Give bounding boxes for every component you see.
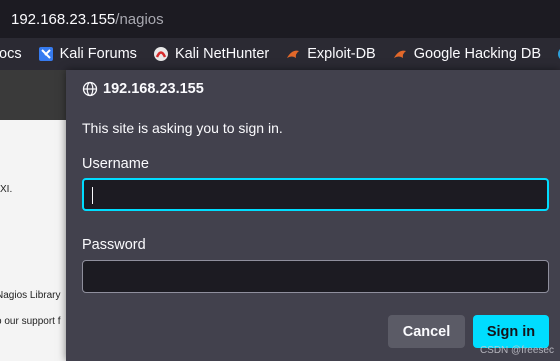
password-label: Password bbox=[82, 237, 146, 253]
bookmark-kali-forums[interactable]: Kali Forums bbox=[38, 46, 137, 62]
cancel-button[interactable]: Cancel bbox=[388, 315, 465, 348]
kali-nethunter-icon bbox=[153, 46, 169, 62]
bookmark-google-hacking-db[interactable]: Google Hacking DB bbox=[392, 46, 541, 62]
username-field[interactable] bbox=[82, 178, 549, 211]
bookmark-exploit-db[interactable]: Exploit-DB bbox=[285, 46, 376, 62]
background-text: Nagios Library bbox=[0, 290, 61, 301]
background-text: XI. bbox=[0, 184, 13, 195]
dialog-message: This site is asking you to sign in. bbox=[82, 120, 283, 136]
globe-icon bbox=[82, 81, 98, 97]
kali-forums-icon bbox=[38, 46, 54, 62]
sign-in-button[interactable]: Sign in bbox=[473, 315, 549, 348]
bookmark-label: Kali NetHunter bbox=[174, 46, 270, 62]
url-path: /nagios bbox=[115, 10, 164, 28]
bookmark-label: Kali Forums bbox=[59, 46, 137, 62]
bookmarks-toolbar: ocs Kali Forums Kali NetHunter Exploit-D… bbox=[0, 38, 560, 70]
bookmark-label: Exploit-DB bbox=[307, 46, 376, 62]
watermark: CSDN @freesec bbox=[479, 345, 554, 356]
dialog-host: 192.168.23.155 bbox=[82, 81, 204, 97]
bookmark-label: ocs bbox=[0, 46, 22, 62]
dialog-host-text: 192.168.23.155 bbox=[103, 81, 204, 97]
password-field[interactable] bbox=[82, 260, 549, 293]
exploit-db-icon bbox=[392, 46, 408, 62]
bookmark-docs[interactable]: ocs bbox=[0, 46, 22, 62]
exploit-db-icon bbox=[285, 46, 301, 62]
text-caret bbox=[92, 187, 93, 204]
auth-dialog: 192.168.23.155 This site is asking you t… bbox=[66, 70, 560, 361]
url-bar[interactable]: 192.168.23.155/nagios bbox=[0, 0, 560, 38]
url-host: 192.168.23.155 bbox=[11, 10, 116, 28]
username-label: Username bbox=[82, 156, 149, 172]
bookmark-label: Google Hacking DB bbox=[413, 46, 542, 62]
background-text: o our support f bbox=[0, 316, 61, 327]
bookmark-kali-nethunter[interactable]: Kali NetHunter bbox=[153, 46, 269, 62]
